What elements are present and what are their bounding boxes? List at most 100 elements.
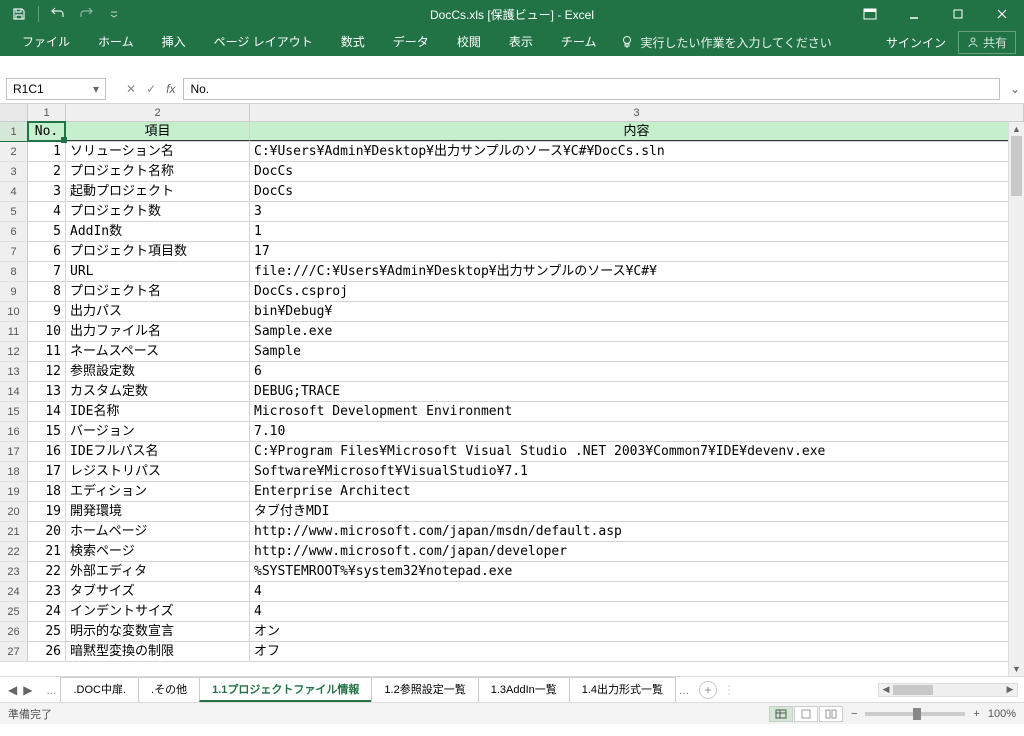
sheet-tab[interactable]: .その他 [138,677,200,702]
row-header[interactable]: 6 [0,222,28,242]
name-box[interactable]: R1C1 ▾ [6,78,106,100]
cell[interactable]: 3 [28,182,66,201]
hscroll-right-icon[interactable]: ▶ [1003,684,1017,695]
cell[interactable]: 内容 [250,122,1024,141]
cell[interactable]: Software¥Microsoft¥VisualStudio¥7.1 [250,462,1024,481]
minimize-button[interactable] [892,0,936,28]
cell[interactable]: URL [66,262,250,281]
row-header[interactable]: 1 [0,122,28,142]
close-button[interactable] [980,0,1024,28]
cell[interactable]: 18 [28,482,66,501]
cell[interactable]: 項目 [66,122,250,141]
cell[interactable]: 出力パス [66,302,250,321]
cell[interactable]: ネームスペース [66,342,250,361]
cell[interactable]: 1 [250,222,1024,241]
row-header[interactable]: 21 [0,522,28,542]
cell[interactable]: 1 [28,142,66,161]
cell[interactable]: C:¥Program Files¥Microsoft Visual Studio… [250,442,1024,461]
cell[interactable]: 9 [28,302,66,321]
cell[interactable]: %SYSTEMROOT%¥system32¥notepad.exe [250,562,1024,581]
row-header[interactable]: 8 [0,262,28,282]
cell[interactable]: タブ付きMDI [250,502,1024,521]
zoom-slider[interactable] [865,712,965,716]
row-header[interactable]: 13 [0,362,28,382]
row-header[interactable]: 26 [0,622,28,642]
tab-home[interactable]: ホーム [84,28,148,56]
tab-team[interactable]: チーム [547,28,611,56]
cell[interactable]: 14 [28,402,66,421]
cell[interactable]: オン [250,622,1024,641]
sheet-tab[interactable]: 1.3AddIn一覧 [478,677,570,702]
tab-insert[interactable]: 挿入 [148,28,200,56]
cell[interactable]: 21 [28,542,66,561]
cell[interactable]: ホームページ [66,522,250,541]
cell[interactable]: 17 [28,462,66,481]
tab-formulas[interactable]: 数式 [327,28,379,56]
cell[interactable]: 24 [28,602,66,621]
scroll-down-icon[interactable]: ▼ [1009,662,1024,676]
hscroll-thumb[interactable] [893,685,933,695]
row-header[interactable]: 7 [0,242,28,262]
cell[interactable]: Enterprise Architect [250,482,1024,501]
cell[interactable]: 7.10 [250,422,1024,441]
cell[interactable]: 26 [28,642,66,661]
zoom-in-button[interactable]: + [973,708,979,720]
cell[interactable]: 8 [28,282,66,301]
tell-me-search[interactable]: 実行したい作業を入力してください [620,34,831,51]
cell[interactable]: 5 [28,222,66,241]
cell[interactable]: 起動プロジェクト [66,182,250,201]
row-header[interactable]: 3 [0,162,28,182]
vertical-scrollbar[interactable]: ▲ ▼ [1008,122,1024,676]
share-button[interactable]: 共有 [958,31,1016,54]
cell[interactable]: 13 [28,382,66,401]
expand-formula-icon[interactable]: ⌄ [1006,82,1024,96]
cell[interactable]: 25 [28,622,66,641]
view-normal-button[interactable] [769,706,793,722]
cell[interactable]: インデントサイズ [66,602,250,621]
cell[interactable]: DocCs [250,182,1024,201]
horizontal-scrollbar[interactable]: ◀ ▶ [878,683,1018,697]
row-header[interactable]: 2 [0,142,28,162]
sheet-tab[interactable]: 1.2参照設定一覧 [371,677,478,702]
row-header[interactable]: 16 [0,422,28,442]
cell[interactable]: DocCs.csproj [250,282,1024,301]
cell[interactable]: DEBUG;TRACE [250,382,1024,401]
col-header-1[interactable]: 1 [28,104,66,121]
enter-formula-icon[interactable]: ✓ [146,82,156,96]
cell[interactable]: 開発環境 [66,502,250,521]
chevron-down-icon[interactable]: ▾ [93,82,99,96]
hscroll-left-icon[interactable]: ◀ [879,684,893,695]
cell[interactable]: オフ [250,642,1024,661]
cell[interactable]: 外部エディタ [66,562,250,581]
view-pagelayout-button[interactable] [794,706,818,722]
tab-review[interactable]: 校閲 [443,28,495,56]
row-header[interactable]: 15 [0,402,28,422]
row-header[interactable]: 18 [0,462,28,482]
sheet-tab[interactable]: .DOC中扉. [60,677,139,702]
tab-pagelayout[interactable]: ページ レイアウト [200,28,327,56]
tab-file[interactable]: ファイル [8,28,84,56]
cancel-formula-icon[interactable]: ✕ [126,82,136,96]
cell[interactable]: 3 [250,202,1024,221]
ribbon-display-button[interactable] [848,0,892,28]
row-header[interactable]: 17 [0,442,28,462]
cell[interactable]: 2 [28,162,66,181]
cell[interactable]: 15 [28,422,66,441]
tab-view[interactable]: 表示 [495,28,547,56]
cell[interactable]: 11 [28,342,66,361]
col-header-3[interactable]: 3 [250,104,1024,121]
cell[interactable]: プロジェクト名 [66,282,250,301]
row-header[interactable]: 25 [0,602,28,622]
cell[interactable]: Sample.exe [250,322,1024,341]
maximize-button[interactable] [936,0,980,28]
cell[interactable]: 出力ファイル名 [66,322,250,341]
cell[interactable]: プロジェクト名称 [66,162,250,181]
tab-more-right[interactable]: ... [675,683,693,697]
add-sheet-button[interactable]: + [699,681,717,699]
cell[interactable]: 17 [250,242,1024,261]
cell[interactable]: DocCs [250,162,1024,181]
cell[interactable]: http://www.microsoft.com/japan/developer [250,542,1024,561]
row-header[interactable]: 11 [0,322,28,342]
fx-icon[interactable]: fx [166,82,175,96]
tab-data[interactable]: データ [379,28,443,56]
